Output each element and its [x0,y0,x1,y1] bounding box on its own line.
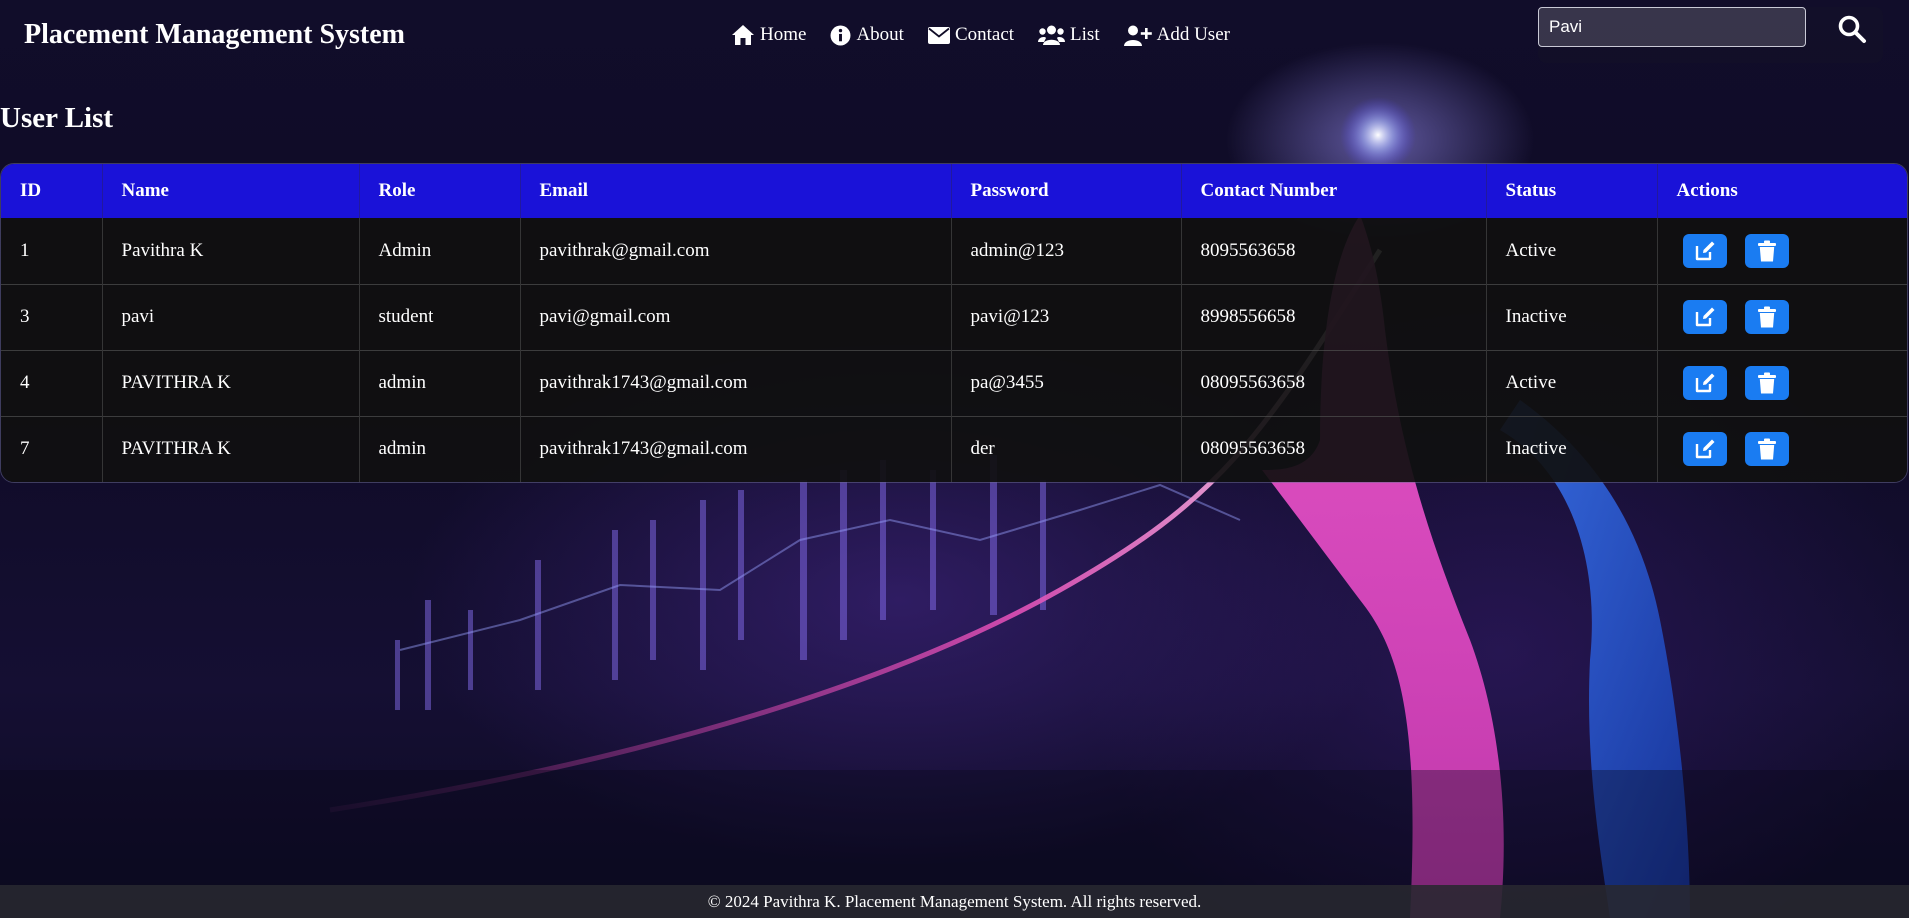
users-icon [1038,25,1066,45]
delete-button[interactable] [1745,432,1790,467]
edit-button[interactable] [1682,233,1727,268]
cell-status: Active [1486,218,1658,284]
cell-password: der [951,415,1182,482]
edit-icon [1695,307,1714,327]
trash-icon [1758,240,1777,262]
cell-role: student [359,283,521,350]
search-bar [1538,7,1883,63]
cell-name: Pavithra K [102,218,360,284]
table-row: 4 PAVITHRA K admin pavithrak1743@gmail.c… [1,349,1907,416]
column-header-role[interactable]: Role [359,164,521,218]
cell-actions [1657,218,1907,284]
trash-icon [1758,372,1777,394]
cell-email: pavithrak@gmail.com [520,218,952,284]
delete-button[interactable] [1745,366,1790,400]
cell-actions [1657,283,1907,350]
cell-status: Inactive [1486,283,1658,350]
user-table: ID Name Role Email Password Contact Numb… [0,163,1908,483]
cell-id: 4 [1,349,103,416]
nav-list[interactable]: List [1038,24,1100,46]
cell-id: 1 [1,218,103,284]
user-plus-icon [1123,25,1152,46]
nav-add-user-label: Add User [1156,24,1230,45]
cell-actions [1657,349,1907,416]
search-button[interactable] [1835,13,1869,47]
trash-icon [1758,306,1777,328]
edit-button[interactable] [1682,366,1727,400]
envelope-icon [927,26,950,44]
cell-contact: 8095563658 [1181,218,1487,284]
copyright-text: © 2024 Pavithra K. Placement Management … [707,892,1202,911]
nav-contact[interactable]: Contact [927,24,1015,46]
delete-button[interactable] [1745,233,1790,268]
cell-name: PAVITHRA K [102,415,360,482]
cell-status: Active [1486,349,1658,416]
table-row: 1 Pavithra K Admin pavithrak@gmail.com a… [1,218,1907,284]
nav-contact-label: Contact [954,24,1015,45]
cell-name: pavi [102,283,360,350]
edit-button[interactable] [1682,300,1727,334]
edit-icon [1695,373,1714,393]
column-header-name[interactable]: Name [102,164,360,218]
cell-id: 7 [1,415,103,482]
nav-about-label: About [856,24,904,45]
search-input[interactable] [1538,7,1806,47]
cell-name: PAVITHRA K [102,349,360,416]
top-navbar: Placement Management System Home About C… [0,0,1909,76]
home-icon [732,25,754,45]
table-row: 3 pavi student pavi@gmail.com pavi@123 8… [1,283,1907,350]
delete-button[interactable] [1745,300,1790,334]
column-header-contact[interactable]: Contact Number [1181,164,1487,218]
nav-list-label: List [1070,24,1100,45]
cell-contact: 08095563658 [1181,349,1487,416]
nav-home-label: Home [760,24,807,45]
table-row: 7 PAVITHRA K admin pavithrak1743@gmail.c… [1,415,1907,482]
cell-password: pa@3455 [951,349,1182,416]
page-title: User List [0,102,114,134]
search-icon [1838,15,1866,43]
column-header-email[interactable]: Email [520,164,952,218]
table-header-row: ID Name Role Email Password Contact Numb… [1,164,1907,218]
edit-button[interactable] [1682,432,1727,467]
cell-email: pavi@gmail.com [520,283,952,350]
cell-role: admin [359,415,521,482]
table-header: ID Name Role Email Password Contact Numb… [1,164,1907,218]
table-body: 1 Pavithra K Admin pavithrak@gmail.com a… [1,218,1907,482]
cell-contact: 8998556658 [1181,283,1487,350]
main-nav: Home About Contact List Add User [731,24,1230,46]
trash-icon [1758,438,1777,460]
info-icon [830,25,851,45]
cell-role: Admin [359,218,521,284]
nav-about[interactable]: About [830,24,904,46]
cell-actions [1657,415,1907,482]
edit-icon [1695,241,1714,260]
cell-email: pavithrak1743@gmail.com [520,415,952,482]
column-header-id[interactable]: ID [1,164,103,218]
cell-password: admin@123 [951,218,1182,284]
column-header-password[interactable]: Password [951,164,1182,218]
nav-add-user[interactable]: Add User [1123,24,1230,46]
cell-contact: 08095563658 [1181,415,1487,482]
page-footer: © 2024 Pavithra K. Placement Management … [0,885,1909,918]
cell-role: admin [359,349,521,416]
column-header-status[interactable]: Status [1486,164,1658,218]
cell-password: pavi@123 [951,283,1182,350]
cell-email: pavithrak1743@gmail.com [520,349,952,416]
cell-status: Inactive [1486,415,1658,482]
nav-home[interactable]: Home [731,24,806,46]
cell-id: 3 [1,283,103,350]
brand-title[interactable]: Placement Management System [24,19,405,51]
column-header-actions: Actions [1676,180,1738,201]
edit-icon [1695,439,1714,459]
